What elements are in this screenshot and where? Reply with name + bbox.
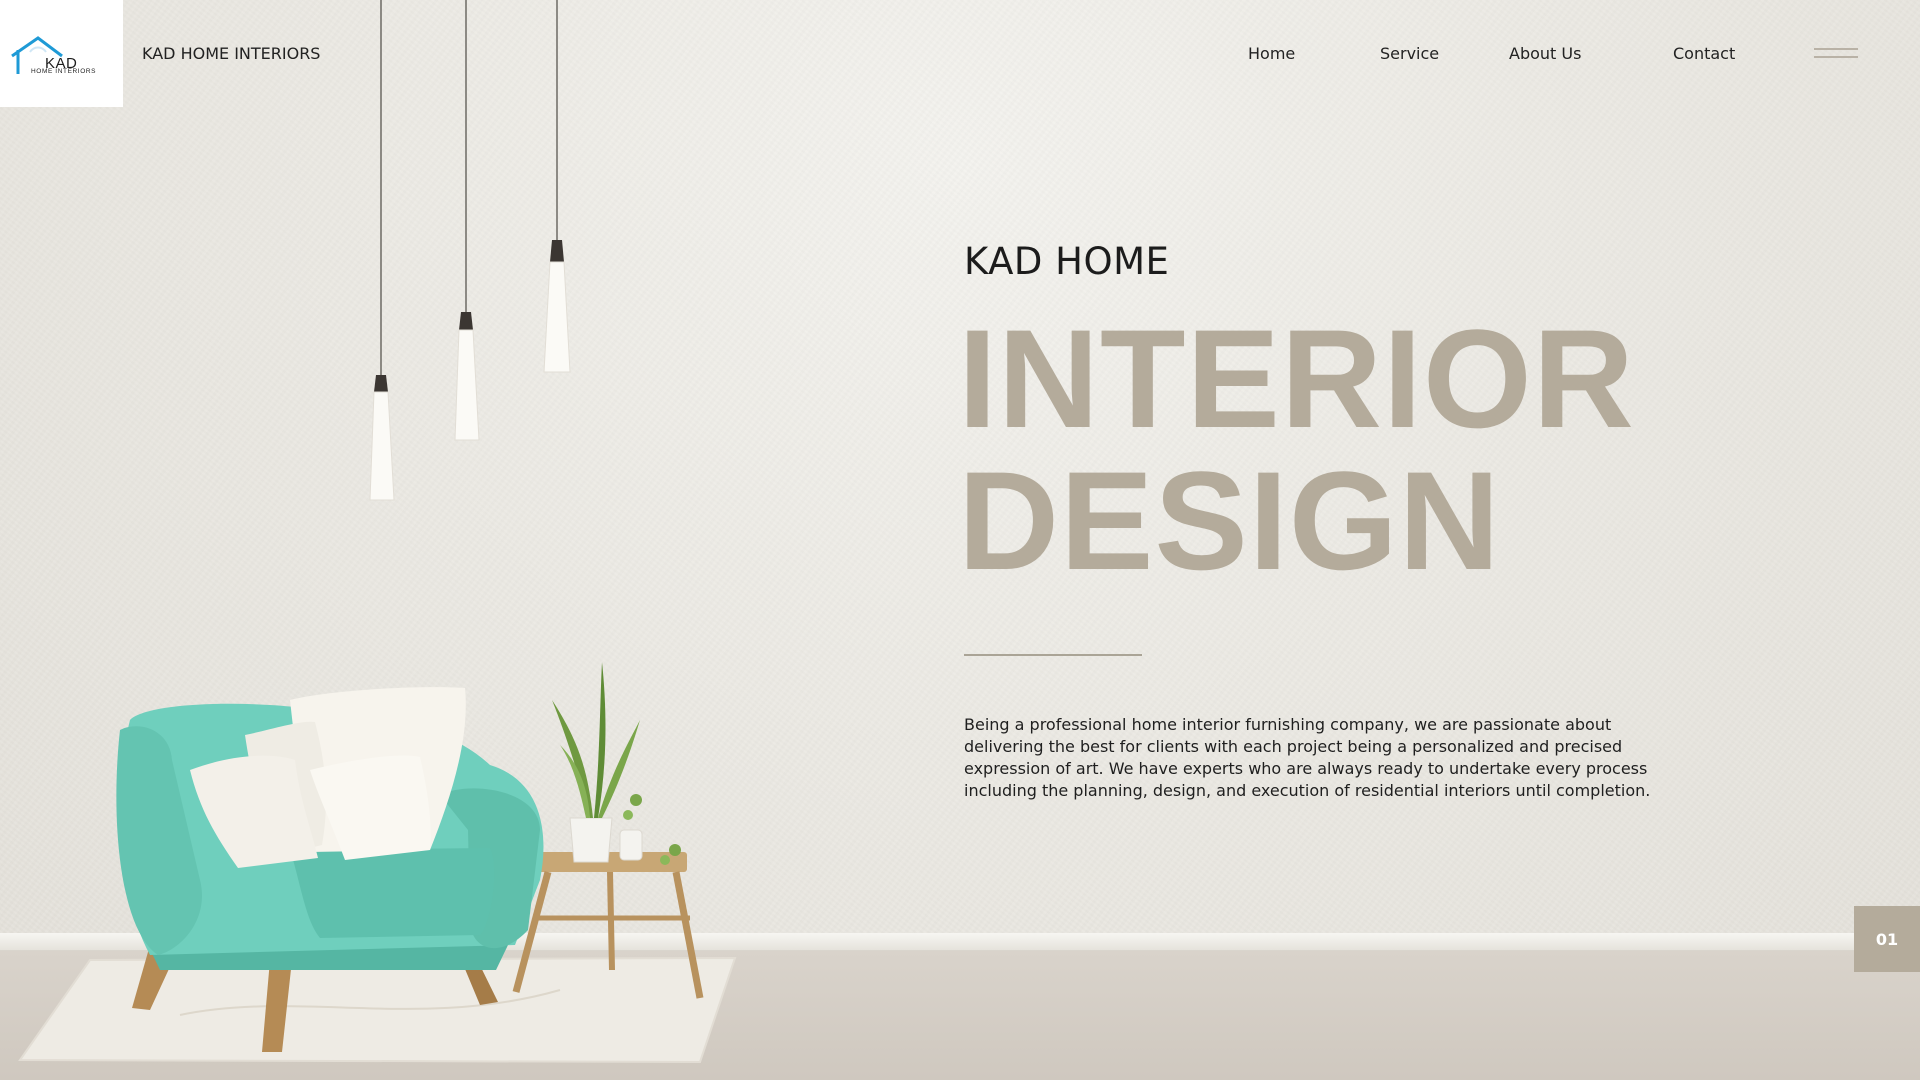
nav-item-about-us[interactable]: About Us <box>1509 44 1581 63</box>
divider <box>964 654 1142 656</box>
headline-line-2: DESIGN <box>958 442 1501 599</box>
hero-headline: INTERIOR DESIGN <box>958 308 1635 592</box>
nav-item-home[interactable]: Home <box>1248 44 1295 63</box>
logo[interactable]: KAD HOME INTERIORS <box>0 0 123 107</box>
hamburger-icon[interactable] <box>1814 46 1858 62</box>
rug <box>18 956 737 1064</box>
hero-kicker: KAD HOME <box>964 240 1170 283</box>
nav-item-contact[interactable]: Contact <box>1673 44 1735 63</box>
brand-name[interactable]: KAD HOME INTERIORS <box>142 44 320 63</box>
headline-line-1: INTERIOR <box>958 300 1635 457</box>
plant <box>552 662 681 865</box>
pendant-lamps <box>369 0 571 501</box>
slide-number[interactable]: 01 <box>1854 906 1920 972</box>
logo-subtext: HOME INTERIORS <box>31 68 97 75</box>
nav-item-service[interactable]: Service <box>1380 44 1439 63</box>
hero-description: Being a professional home interior furni… <box>964 715 1651 800</box>
